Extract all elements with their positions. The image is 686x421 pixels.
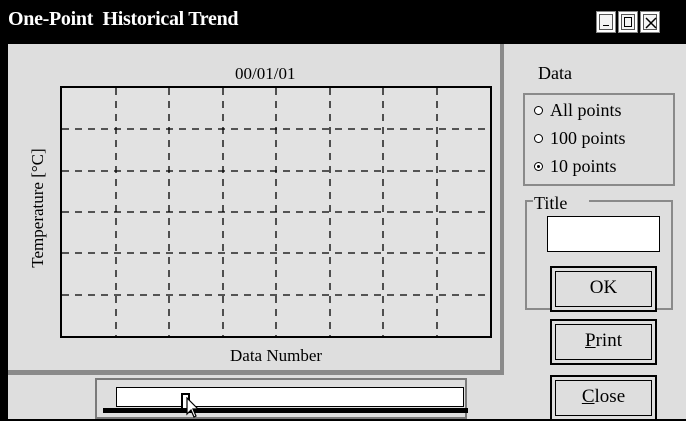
radio-circle-icon[interactable] <box>534 134 543 143</box>
close-button[interactable]: Close <box>550 375 657 421</box>
scrollbar-baseline <box>103 408 468 413</box>
trend-plot-area <box>60 86 492 338</box>
close-button-label: Close <box>581 386 626 407</box>
radio-label: All points <box>550 100 622 120</box>
plot-grid <box>62 88 490 336</box>
ok-button-label: OK <box>589 277 618 298</box>
print-button-label: Print <box>585 330 622 351</box>
title-bar[interactable]: One-Point Historical Trend <box>0 0 686 44</box>
window-title: One-Point Historical Trend <box>8 8 239 30</box>
title-group-label: Title <box>533 193 590 214</box>
data-group-label: Data <box>538 63 572 83</box>
title-input[interactable] <box>547 216 660 252</box>
panel-divider-horizontal <box>8 370 504 375</box>
print-button[interactable]: Print <box>550 319 657 365</box>
radio-label: 10 points <box>550 156 617 176</box>
ok-button[interactable]: OK <box>550 266 657 312</box>
chart-date: 00/01/01 <box>235 64 296 83</box>
mouse-pointer-icon <box>186 397 200 418</box>
application-window: One-Point Historical Trend 00/01/01 Temp… <box>0 0 686 421</box>
maximize-icon[interactable] <box>618 11 638 33</box>
scrollbar-track[interactable] <box>116 387 464 407</box>
radio-circle-icon[interactable] <box>534 106 543 115</box>
y-axis-label: Temperature [°C] <box>28 148 47 268</box>
data-radio-group: All points 100 points 10 points <box>523 93 675 186</box>
radio-selected-icon[interactable] <box>534 162 543 171</box>
window-body: 00/01/01 Temperature [°C] Data Number Da… <box>8 44 686 421</box>
minimize-icon[interactable] <box>596 11 616 33</box>
close-icon[interactable] <box>640 11 660 33</box>
radio-label: 100 points <box>550 128 626 148</box>
panel-divider-vertical <box>500 44 504 370</box>
x-axis-label: Data Number <box>230 346 323 365</box>
